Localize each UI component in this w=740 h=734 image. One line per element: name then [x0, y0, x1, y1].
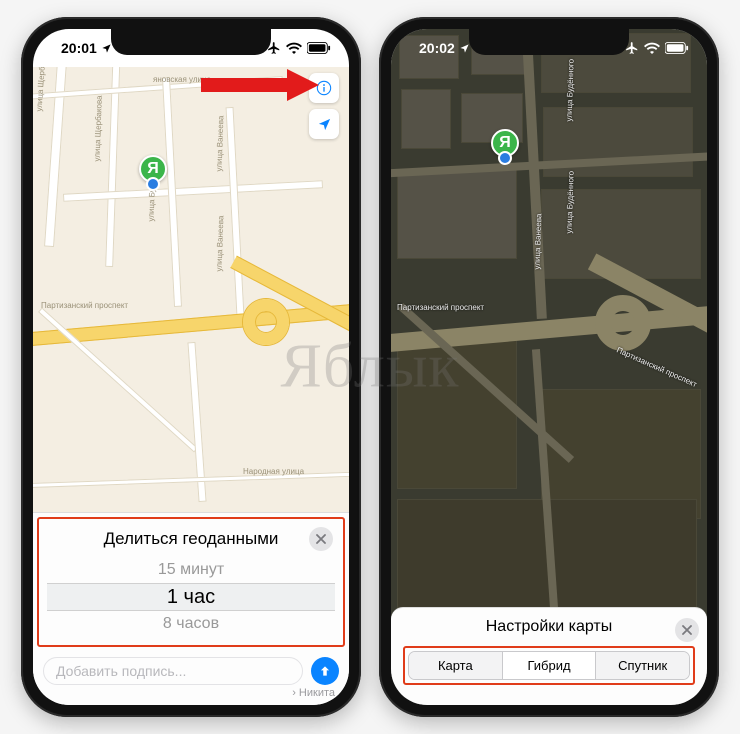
battery-icon: [307, 42, 331, 54]
duration-picker[interactable]: 15 минут 1 час 8 часов: [47, 557, 335, 637]
phone-left-screen: 20:01: [33, 29, 349, 705]
picker-option-selected[interactable]: 1 час: [47, 583, 335, 611]
sheet-title: Настройки карты: [486, 618, 613, 636]
locate-me-button[interactable]: [309, 109, 339, 139]
picker-option[interactable]: 8 часов: [47, 611, 335, 637]
phone-right-screen: 20:02: [391, 29, 707, 705]
map-canvas-standard[interactable]: улица Щербакова улица Щербакова яновская…: [33, 67, 349, 512]
street-label: Партизанский проспект: [615, 345, 698, 389]
annotation-arrow: [201, 67, 321, 105]
map-type-segmented[interactable]: Карта Гибрид Спутник: [408, 651, 690, 680]
segment-satellite[interactable]: Спутник: [595, 652, 689, 679]
caption-input[interactable]: Добавить подпись...: [43, 657, 303, 685]
send-button[interactable]: [311, 657, 339, 685]
close-button[interactable]: [309, 527, 333, 551]
share-location-sheet: Делиться геоданными 15 минут 1 час 8 час…: [33, 512, 349, 705]
close-icon: [316, 534, 326, 544]
segment-map[interactable]: Карта: [409, 652, 502, 679]
wifi-icon: [286, 42, 302, 54]
user-location-pin[interactable]: Я: [139, 155, 167, 183]
location-arrow-icon: [317, 117, 332, 132]
battery-icon: [665, 42, 689, 54]
street-label: улица Ванеева: [215, 215, 226, 271]
location-arrow-icon: [459, 43, 470, 54]
street-label: улица Щербакова: [35, 67, 49, 112]
arrow-up-icon: [318, 664, 332, 678]
status-time: 20:01: [61, 40, 97, 56]
close-icon: [682, 625, 692, 635]
segment-hybrid[interactable]: Гибрид: [502, 652, 596, 679]
map-settings-sheet: Настройки карты Карта Гибрид Спутник: [391, 607, 707, 705]
close-button[interactable]: [675, 618, 699, 642]
wifi-icon: [644, 42, 660, 54]
recipient-line: › Никита: [33, 687, 349, 705]
notch: [111, 29, 271, 55]
phone-right-frame: 20:02: [379, 17, 719, 717]
sheet-title: Делиться геоданными: [104, 529, 279, 549]
map-canvas-hybrid[interactable]: улица Будённого улица Будённого улица Ва…: [391, 29, 707, 705]
street-label: улица Щербакова: [93, 95, 104, 161]
street-label: Партизанский проспект: [41, 301, 128, 310]
location-arrow-icon: [101, 43, 112, 54]
status-time: 20:02: [419, 40, 455, 56]
user-location-pin[interactable]: Я: [491, 129, 519, 157]
street-label: улица Ванеева: [215, 115, 226, 171]
notch: [469, 29, 629, 55]
street-label: Партизанский проспект: [397, 303, 484, 312]
street-label: Народная улица: [243, 467, 304, 476]
phone-left-frame: 20:01: [21, 17, 361, 717]
picker-option[interactable]: 15 минут: [47, 557, 335, 583]
